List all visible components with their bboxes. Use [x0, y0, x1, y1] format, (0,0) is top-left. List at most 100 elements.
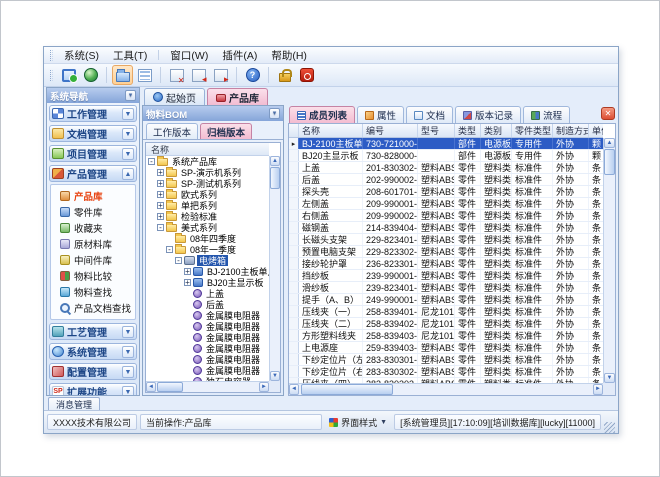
tree-node[interactable]: 系统产品库	[146, 156, 269, 167]
tab-属性[interactable]: 属性	[357, 106, 404, 123]
tree-expander-icon[interactable]	[148, 158, 155, 165]
tree-expander-icon[interactable]	[184, 268, 191, 275]
column-header-零件类型[interactable]: 零件类型	[512, 124, 553, 137]
sidebar-item-收藏夹[interactable]: 收藏夹	[51, 220, 135, 236]
table-row[interactable]: 上盖201-830302-00X塑料ABS零件塑料类标准件外协条	[289, 162, 603, 174]
tree-node[interactable]: 08年一季度	[146, 244, 269, 255]
tree-horizontal-scrollbar[interactable]: ◄ ►	[146, 381, 269, 392]
tree-node[interactable]: SP-测试机系列	[146, 178, 269, 189]
column-header-名称[interactable]: 名称	[299, 124, 363, 137]
column-header-制造方式[interactable]: 制造方式	[553, 124, 589, 137]
scrollbar-thumb[interactable]	[604, 149, 615, 175]
table-row[interactable]: 滑纱板239-823401-00X塑料ABS零件塑料类标准件外协条	[289, 282, 603, 294]
tree-expander-icon[interactable]	[157, 202, 164, 209]
tab-工作版本[interactable]: 工作版本	[146, 123, 198, 139]
tree-expander-icon[interactable]	[175, 257, 182, 264]
sidebar-item-物料比较[interactable]: 物料比较	[51, 268, 135, 284]
table-row[interactable]: 右侧盖209-990002-01X塑料ABS零件塑料类标准件外协条	[289, 210, 603, 222]
table-row[interactable]: 磁钢盖214-839404-01X塑料ABS零件塑料类标准件外协条	[289, 222, 603, 234]
tree-node[interactable]: 上盖	[146, 288, 269, 299]
tree-expander-icon[interactable]	[184, 279, 191, 286]
menu-item[interactable]: 帮助(H)	[264, 47, 314, 64]
scroll-up-icon[interactable]: ▲	[604, 138, 615, 148]
tree-node[interactable]: 金属膜电阻器	[146, 365, 269, 376]
chevron-down-icon[interactable]: ▼	[122, 366, 134, 378]
tree-node[interactable]: BJ20主显示板	[146, 277, 269, 288]
workspace-monitor-button[interactable]	[58, 65, 79, 85]
tree-node[interactable]: 金属膜电阻器	[146, 321, 269, 332]
tree-expander-icon[interactable]	[157, 224, 164, 231]
chevron-down-icon[interactable]: ▼	[122, 326, 134, 338]
open-folder-button[interactable]	[112, 65, 133, 85]
table-row[interactable]: BJ20主显示板730-828000-04X部件电源板专用件外协颗	[289, 150, 603, 162]
window-list-button[interactable]	[134, 65, 155, 85]
column-header-型号[interactable]: 型号	[418, 124, 455, 137]
tab-成员列表[interactable]: 成员列表	[289, 106, 355, 123]
window-export-button[interactable]	[210, 65, 231, 85]
tree-column-header[interactable]: 名称	[146, 143, 269, 156]
table-row[interactable]: 接纱轮护罩236-823301-00X塑料ABS零件塑料类标准件外协条	[289, 258, 603, 270]
table-row[interactable]: 上电源座259-839403-00X塑料ABS零件塑料类标准件外协条	[289, 342, 603, 354]
table-row[interactable]: 左侧盖209-990001-01X塑料ABS零件塑料类标准件外协条	[289, 198, 603, 210]
sidebar-group-文档管理[interactable]: 文档管理▼	[49, 125, 137, 142]
sidebar-group-配置管理[interactable]: 配置管理▼	[49, 363, 137, 380]
table-row[interactable]: 下纱定位片（左）283-830301-00X塑料ABS零件塑料类标准件外协条	[289, 354, 603, 366]
pin-icon[interactable]: ▾	[269, 108, 280, 119]
scroll-down-icon[interactable]: ▼	[270, 371, 280, 381]
tree-node[interactable]: 美式系列	[146, 222, 269, 233]
column-header-单位[interactable]: 单位	[589, 124, 603, 137]
table-row[interactable]: 预置电脑支架229-823302-00X塑料ABS零件塑料类标准件外协条	[289, 246, 603, 258]
tab-文档[interactable]: 文档	[406, 106, 453, 123]
scroll-down-icon[interactable]: ▼	[604, 373, 615, 383]
sidebar-group-扩展功能[interactable]: 扩展功能▼	[49, 383, 137, 395]
tab-流程[interactable]: 流程	[523, 106, 570, 123]
scroll-left-icon[interactable]: ◄	[289, 384, 299, 395]
chevron-down-icon[interactable]: ▼	[122, 108, 134, 120]
tree-node[interactable]: 金属膜电阻器	[146, 354, 269, 365]
tree-expander-icon[interactable]	[166, 246, 173, 253]
column-header-类型[interactable]: 类型	[455, 124, 481, 137]
table-row[interactable]: 压线夹（一）258-839401-00X尼龙1010零件塑料类标准件外协条	[289, 306, 603, 318]
sidebar-item-产品文档查找[interactable]: 产品文档查找	[51, 300, 135, 316]
tree-node[interactable]: 08年四季度	[146, 233, 269, 244]
menu-item[interactable]: 系统(S)	[57, 47, 106, 64]
close-panel-button[interactable]: ✕	[601, 107, 615, 120]
scroll-right-icon[interactable]: ►	[259, 382, 269, 392]
sidebar-group-工艺管理[interactable]: 工艺管理▼	[49, 323, 137, 340]
sidebar-group-产品管理[interactable]: 产品管理▲	[49, 165, 137, 182]
tree-node[interactable]: 检验标准	[146, 211, 269, 222]
sidebar-group-工作管理[interactable]: 工作管理▼	[49, 105, 137, 122]
tab-起始页[interactable]: 起始页	[144, 88, 205, 105]
table-row[interactable]: 后盖202-990002-01X塑料ABS零件塑料类标准件外协条	[289, 174, 603, 186]
tree-expander-icon[interactable]	[157, 213, 164, 220]
tree-node[interactable]: BJ-2100主板单点	[146, 266, 269, 277]
help-button[interactable]	[242, 65, 263, 85]
menu-item[interactable]: 工具(T)	[106, 47, 154, 64]
menu-item[interactable]: 插件(A)	[215, 47, 264, 64]
table-row[interactable]: 提手（A、B）249-990001-01X塑料ABS零件塑料类标准件外协条	[289, 294, 603, 306]
table-row[interactable]: 方形塑料线夹258-839403-00X尼龙1010零件塑料类标准件外协条	[289, 330, 603, 342]
lock-button[interactable]	[274, 65, 295, 85]
tree-node[interactable]: 单把系列	[146, 200, 269, 211]
menu-item[interactable]: 窗口(W)	[163, 47, 215, 64]
sidebar-item-中间件库[interactable]: 中间件库	[51, 252, 135, 268]
window-refresh-button[interactable]	[188, 65, 209, 85]
sidebar-group-项目管理[interactable]: 项目管理▼	[49, 145, 137, 162]
tree-expander-icon[interactable]	[157, 180, 164, 187]
table-horizontal-scrollbar[interactable]: ◄ ►	[289, 383, 603, 395]
tree-node[interactable]: 后盖	[146, 299, 269, 310]
tree-expander-icon[interactable]	[157, 169, 164, 176]
chevron-down-icon[interactable]: ▼	[122, 346, 134, 358]
tab-产品库[interactable]: 产品库	[207, 88, 268, 105]
tree-node[interactable]: 电烤箱	[146, 255, 269, 266]
tab-版本记录[interactable]: 版本记录	[455, 106, 521, 123]
table-row[interactable]: 挡纱板239-990001-01X塑料ABS零件塑料类标准件外协条	[289, 270, 603, 282]
sidebar-item-产品库[interactable]: 产品库	[51, 188, 135, 204]
ui-style-button[interactable]: 界面样式 ▼	[325, 414, 391, 430]
scroll-up-icon[interactable]: ▲	[270, 156, 280, 166]
resize-grip[interactable]	[604, 422, 615, 433]
chevron-down-icon[interactable]: ▼	[122, 386, 134, 396]
scrollbar-thumb[interactable]	[157, 382, 183, 392]
tree-node[interactable]: 欧式系列	[146, 189, 269, 200]
sidebar-item-物料查找[interactable]: 物料查找	[51, 284, 135, 300]
